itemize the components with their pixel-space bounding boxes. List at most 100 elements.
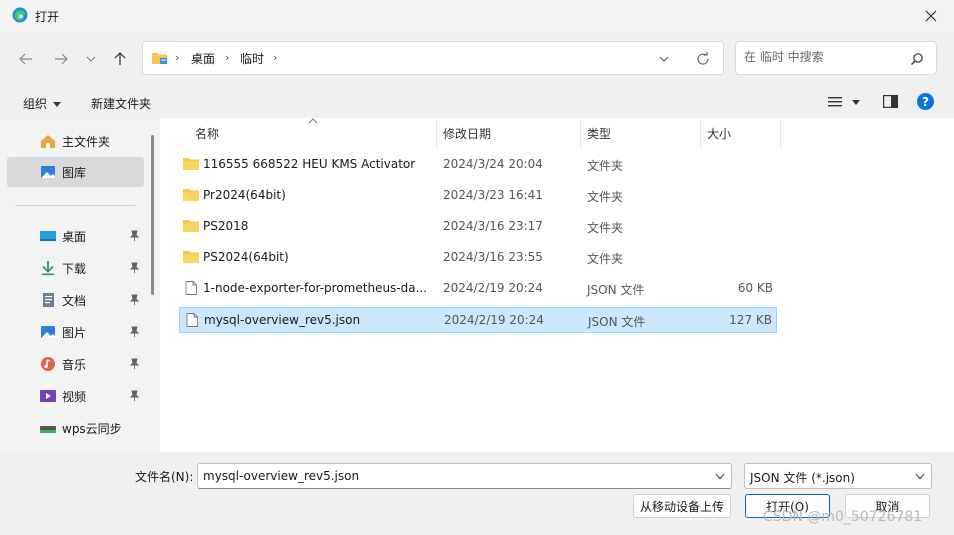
- desktop-icon: [40, 231, 56, 241]
- file-type: JSON 文件: [587, 283, 645, 297]
- file-type: JSON 文件: [588, 315, 646, 329]
- filetype-value: JSON 文件 (*.json): [750, 471, 855, 485]
- search-box[interactable]: [735, 41, 937, 75]
- organize-button[interactable]: 组织: [23, 95, 62, 112]
- sidebar-item-music[interactable]: 音乐: [7, 349, 144, 379]
- file-name: PS2024(64bit): [203, 250, 289, 264]
- file-row[interactable]: Pr2024(64bit) 2024/3/23 16:41 文件夹: [179, 183, 777, 209]
- sidebar-label: 音乐: [62, 357, 87, 372]
- forward-button[interactable]: [50, 48, 72, 70]
- search-input[interactable]: [744, 50, 904, 64]
- caret-down-icon: [53, 102, 62, 107]
- sidebar-item-pictures[interactable]: 图片: [7, 317, 144, 347]
- filename-input[interactable]: [203, 469, 703, 483]
- sidebar-item-wps-cloud[interactable]: wps云同步: [7, 413, 144, 443]
- file-name: 1-node-exporter-for-prometheus-da...: [203, 281, 428, 295]
- arrow-left-icon: [19, 53, 32, 65]
- folder-icon: [183, 189, 199, 201]
- sidebar-label: 图库: [62, 165, 87, 180]
- sidebar-item-desktop[interactable]: 桌面: [7, 221, 144, 251]
- column-label: 修改日期: [443, 126, 492, 141]
- filetype-select[interactable]: JSON 文件 (*.json): [744, 463, 932, 489]
- document-icon: [43, 293, 54, 307]
- help-icon[interactable]: ?: [917, 93, 934, 110]
- file-name: Pr2024(64bit): [203, 188, 286, 202]
- file-modified: 2024/3/16 23:17: [443, 219, 543, 233]
- file-row-selected[interactable]: mysql-overview_rev5.json 2024/2/19 20:24…: [179, 307, 777, 333]
- chevron-down-icon: [915, 473, 925, 480]
- filename-label: 文件名(N):: [135, 470, 194, 484]
- file-row[interactable]: 116555 668522 HEU KMS Activator 2024/3/2…: [179, 152, 777, 178]
- dialog-footer: 文件名(N): JSON 文件 (*.json) 从移动设备上传 打开(O) 取…: [0, 452, 954, 535]
- sidebar-item-videos[interactable]: 视频: [7, 381, 144, 411]
- breadcrumb-desktop[interactable]: 桌面: [191, 50, 215, 67]
- sidebar-label: 图片: [62, 325, 87, 340]
- back-button[interactable]: [15, 48, 37, 70]
- file-modified: 2024/3/23 16:41: [443, 188, 543, 202]
- column-label: 名称: [195, 126, 220, 141]
- view-options-caret-icon[interactable]: [852, 100, 860, 105]
- address-bar[interactable]: › 桌面 › 临时 ›: [142, 41, 724, 75]
- sidebar-label: 下载: [62, 261, 87, 276]
- pin-icon: [129, 230, 140, 241]
- sidebar-item-home[interactable]: 主文件夹: [7, 126, 144, 156]
- sidebar-label: 文档: [62, 293, 87, 308]
- upload-from-mobile-button[interactable]: 从移动设备上传: [633, 494, 731, 518]
- column-header-modified[interactable]: 修改日期: [443, 118, 491, 148]
- sidebar-label: wps云同步: [62, 421, 122, 436]
- sidebar-item-downloads[interactable]: 下载: [7, 253, 144, 283]
- watermark-text: CSDN @m0_50726781: [763, 509, 923, 525]
- column-separator[interactable]: [780, 120, 781, 148]
- music-icon: [41, 357, 55, 371]
- sidebar-item-documents[interactable]: 文档: [7, 285, 144, 315]
- folder-location-icon: [152, 53, 167, 64]
- sidebar-label: 主文件夹: [62, 134, 111, 149]
- pin-icon: [129, 358, 140, 369]
- breadcrumb-separator: ›: [225, 51, 230, 64]
- file-row[interactable]: 1-node-exporter-for-prometheus-da... 202…: [179, 276, 777, 302]
- column-separator[interactable]: [580, 120, 581, 148]
- preview-pane-icon[interactable]: [883, 95, 898, 108]
- column-label: 大小: [707, 126, 732, 141]
- edge-icon: [12, 7, 28, 23]
- column-label: 类型: [587, 126, 612, 141]
- column-separator[interactable]: [436, 120, 437, 148]
- pin-icon: [129, 326, 140, 337]
- view-list-icon[interactable]: [828, 96, 842, 108]
- video-icon: [40, 390, 56, 402]
- file-row[interactable]: PS2018 2024/3/16 23:17 文件夹: [179, 214, 777, 240]
- sidebar-item-gallery[interactable]: 图库: [7, 157, 144, 187]
- breadcrumb-temp[interactable]: 临时: [240, 50, 264, 67]
- file-type: 文件夹: [587, 221, 624, 235]
- svg-text:?: ?: [922, 95, 929, 109]
- home-icon: [41, 135, 55, 148]
- column-header-size[interactable]: 大小: [707, 118, 731, 148]
- recent-locations-button[interactable]: [80, 48, 102, 70]
- close-button[interactable]: [908, 0, 954, 32]
- address-history-icon[interactable]: [657, 52, 671, 66]
- close-icon: [925, 10, 937, 22]
- refresh-icon[interactable]: [695, 51, 711, 67]
- sidebar-label: 视频: [62, 389, 87, 404]
- up-button[interactable]: [109, 48, 131, 70]
- file-type: 文件夹: [587, 159, 624, 173]
- file-icon: [185, 281, 197, 295]
- filename-combobox[interactable]: [197, 463, 732, 489]
- file-modified: 2024/3/24 20:04: [443, 157, 543, 171]
- navigation-pane: 主文件夹 图库 桌面 下载 文档 图片 音乐 视频 wps云同步: [0, 120, 160, 452]
- chevron-down-icon[interactable]: [715, 473, 725, 480]
- column-header-type[interactable]: 类型: [587, 118, 611, 148]
- navigation-bar: › 桌面 › 临时 ›: [0, 38, 954, 80]
- chevron-down-icon: [86, 56, 96, 62]
- column-separator[interactable]: [700, 120, 701, 148]
- sidebar-scrollbar[interactable]: [151, 135, 154, 295]
- new-folder-button[interactable]: 新建文件夹: [91, 95, 151, 112]
- breadcrumb-separator: ›: [175, 51, 180, 64]
- file-type: 文件夹: [587, 252, 624, 266]
- pin-icon: [129, 390, 140, 401]
- pin-icon: [129, 294, 140, 305]
- folder-icon: [183, 158, 199, 170]
- file-row[interactable]: PS2024(64bit) 2024/3/16 23:55 文件夹: [179, 245, 777, 271]
- file-name: 116555 668522 HEU KMS Activator: [203, 157, 416, 171]
- column-header-name[interactable]: 名称: [195, 118, 219, 148]
